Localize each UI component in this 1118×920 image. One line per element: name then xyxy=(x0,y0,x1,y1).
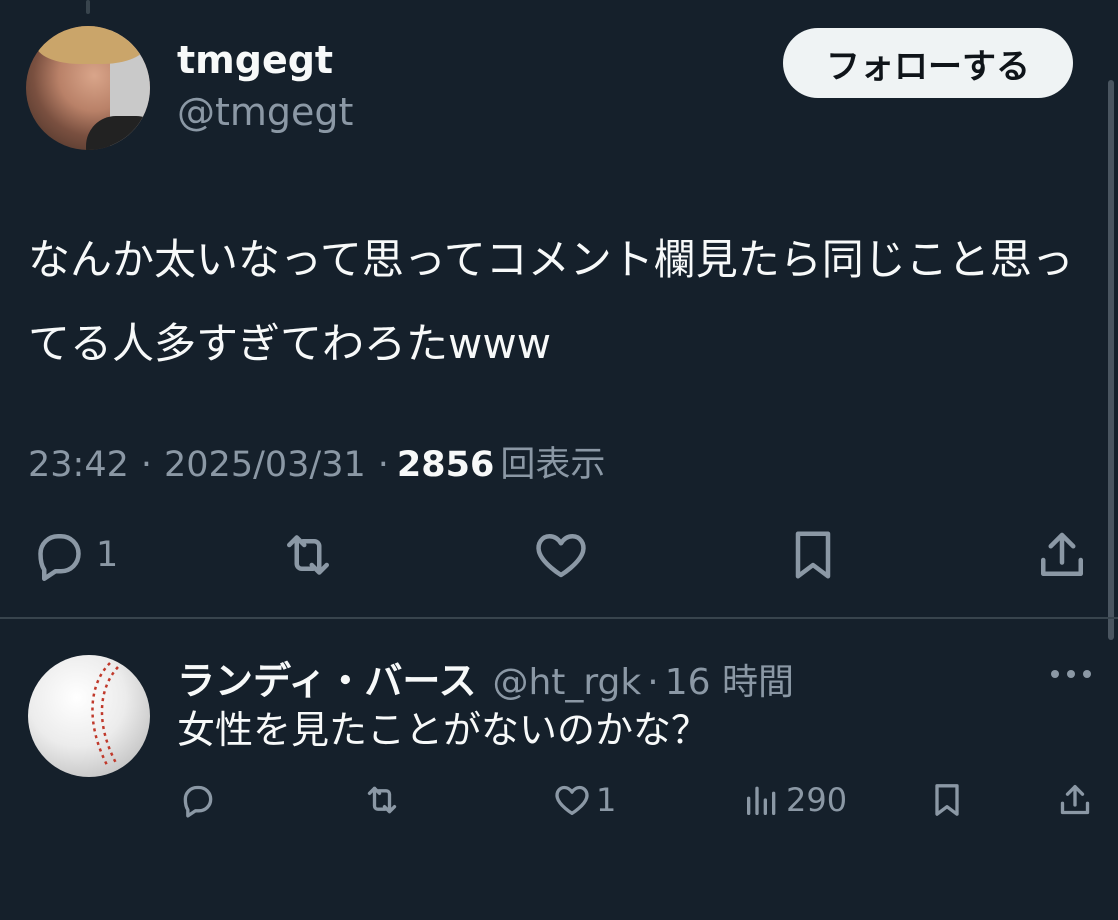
reply-time[interactable]: 16 時間 xyxy=(665,653,794,705)
views-count: 2856 xyxy=(396,445,495,485)
like-button[interactable] xyxy=(531,525,591,585)
reply-reply-button[interactable] xyxy=(177,780,217,820)
reply-like-count: 1 xyxy=(596,781,617,819)
divider xyxy=(0,617,1118,619)
reply-author-name[interactable]: ランディ・バース xyxy=(177,650,476,705)
tweet-time[interactable]: 23:42 xyxy=(28,445,129,485)
avatar-suit xyxy=(86,116,150,150)
tweet-text: なんか太いなって思ってコメント欄見たら同じこと思ってる人多すぎてわろたwww xyxy=(28,235,1074,368)
follow-button[interactable]: フォローする xyxy=(783,28,1073,98)
tweet-action-bar: 1 xyxy=(28,525,1092,587)
heart-icon xyxy=(536,534,586,578)
avatar-hair xyxy=(36,26,146,64)
more-options-button[interactable] xyxy=(1046,654,1096,694)
reply-author-avatar[interactable] xyxy=(28,655,150,777)
reply-icon xyxy=(183,785,213,818)
reply-separator: · xyxy=(647,662,659,703)
reply-bookmark-button[interactable] xyxy=(927,780,967,820)
heart-icon xyxy=(555,785,589,815)
tweet-date[interactable]: 2025/03/31 xyxy=(164,445,366,485)
views-label: 回表示 xyxy=(500,445,606,485)
share-button[interactable] xyxy=(1032,525,1092,585)
reply-views-button[interactable]: 290 xyxy=(742,780,847,820)
reply-action-bar: 1 290 xyxy=(177,780,1097,826)
reply-like-button[interactable]: 1 xyxy=(552,780,616,820)
more-icon xyxy=(1051,670,1091,678)
author-display-name[interactable]: tmgegt xyxy=(177,38,333,82)
reply-icon xyxy=(38,534,81,581)
retweet-button[interactable] xyxy=(278,525,338,585)
bookmark-icon xyxy=(795,531,831,579)
retweet-icon xyxy=(287,535,329,575)
bookmark-icon xyxy=(935,784,959,816)
author-handle[interactable]: @tmgegt xyxy=(177,90,353,134)
tweet-detail-page: tmgegt @tmgegt フォローする なんか太いなって思ってコメント欄見た… xyxy=(0,0,1118,920)
reply-count: 1 xyxy=(96,535,119,575)
tweet-meta: 23:42 · 2025/03/31 · 2856 回表示 xyxy=(28,436,605,487)
retweet-icon xyxy=(367,786,397,814)
analytics-icon xyxy=(747,786,776,815)
scrollbar[interactable] xyxy=(1108,80,1114,640)
reply-retweet-button[interactable] xyxy=(362,780,402,820)
meta-separator: · xyxy=(377,445,389,485)
share-icon xyxy=(1041,532,1083,576)
reply-share-button[interactable] xyxy=(1055,780,1095,820)
meta-separator: · xyxy=(140,445,153,485)
bookmark-button[interactable] xyxy=(783,525,843,585)
author-avatar[interactable] xyxy=(26,26,150,150)
reply-author-handle[interactable]: @ht_rgk xyxy=(492,662,641,703)
reply-header: ランディ・バース @ht_rgk · 16 時間 xyxy=(177,650,794,705)
reply-views-count: 290 xyxy=(786,781,848,819)
reply-text: 女性を見たことがないのかな？ xyxy=(177,708,710,752)
baseball-icon xyxy=(91,662,119,768)
thread-line xyxy=(86,0,90,14)
reply-button[interactable]: 1 xyxy=(28,525,118,585)
share-icon xyxy=(1060,785,1090,815)
